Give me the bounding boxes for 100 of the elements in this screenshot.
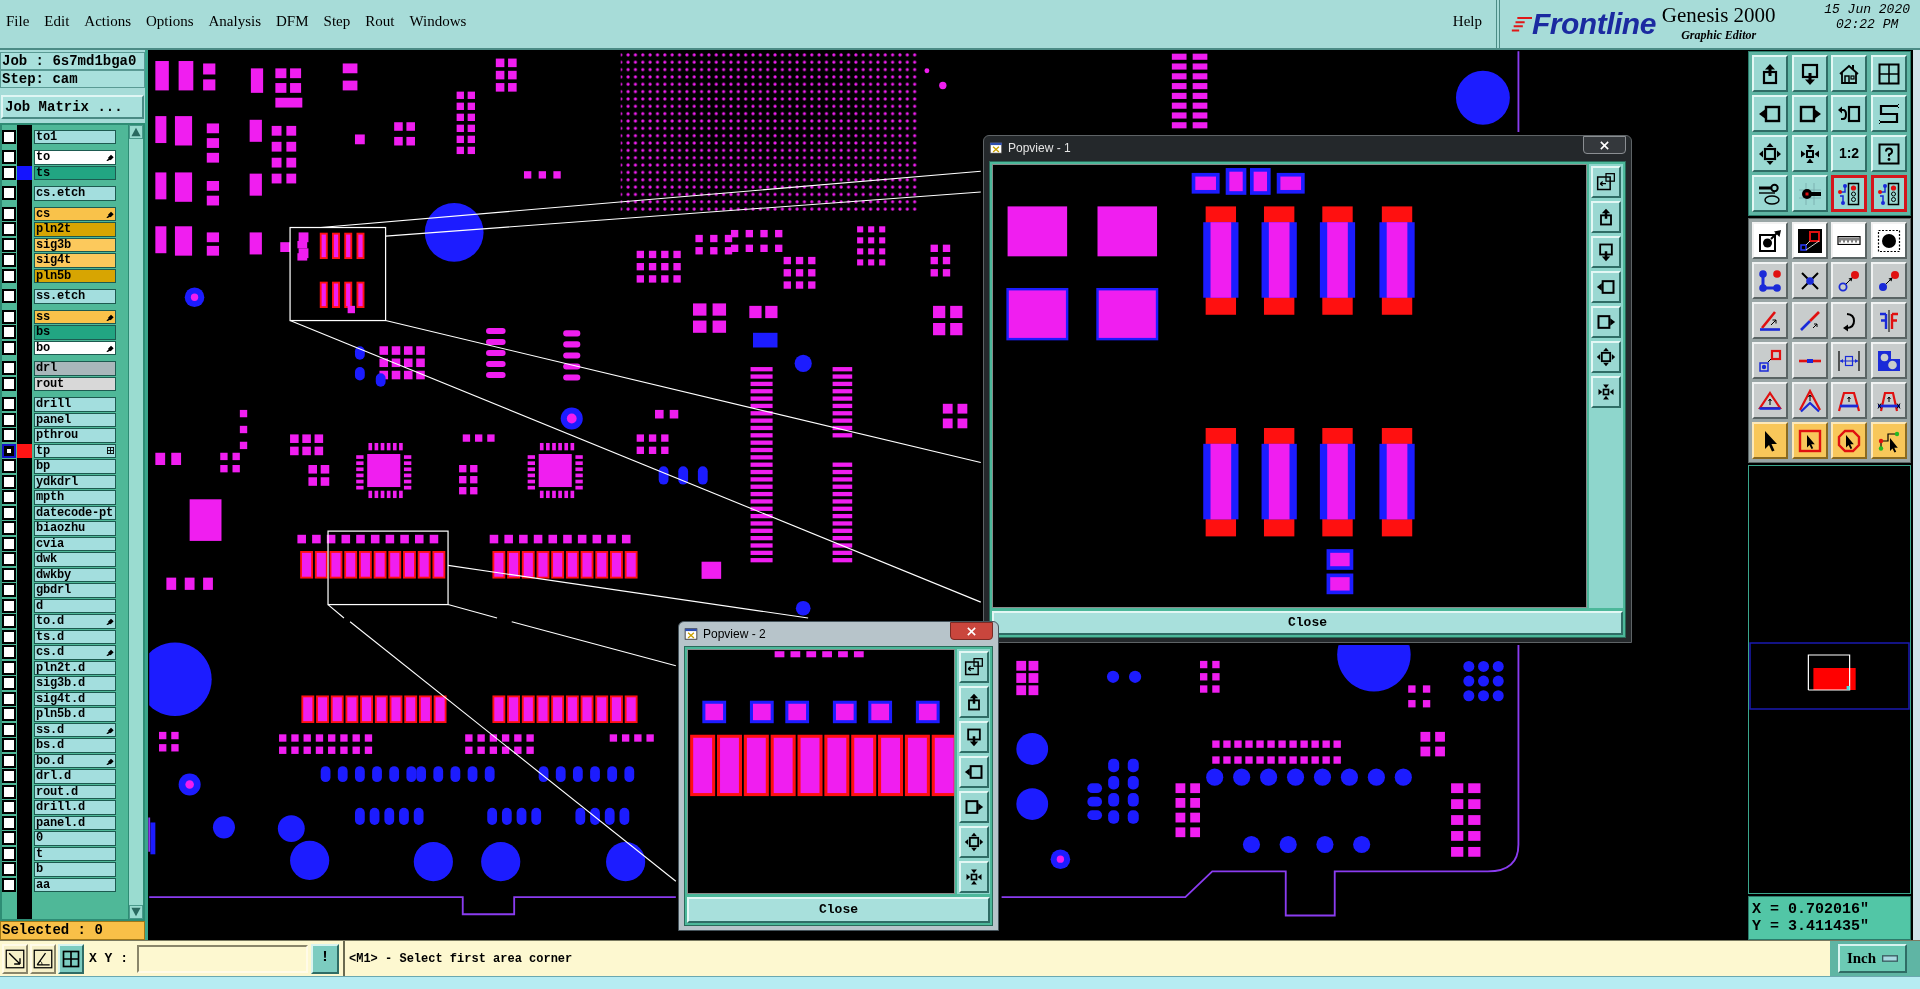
layer-item[interactable]: t [34,846,116,861]
layer-item[interactable]: dwkby [34,567,116,582]
layer-checkbox[interactable] [2,474,16,489]
view-tool-button[interactable] [1591,166,1621,198]
layer-item[interactable]: drill [34,397,116,412]
coordinate-input[interactable] [137,944,308,973]
layer-item[interactable]: sig4t [34,253,116,268]
tool-button[interactable] [58,943,84,974]
layer-checkbox[interactable] [2,150,16,165]
layer-checkbox[interactable] [2,784,16,799]
layer-checkbox[interactable] [2,598,16,613]
layer-item[interactable]: pln5b.d [34,707,116,722]
menu-item[interactable]: DFM [276,12,309,30]
close-button[interactable]: Close [687,897,990,923]
layer-item[interactable]: sig4t.d [34,691,116,706]
execute-button[interactable]: ! [311,943,339,974]
layer-item[interactable]: pthrou [34,428,116,443]
menu-item[interactable]: File [6,12,30,30]
layer-checkbox[interactable] [2,165,16,180]
layer-checkbox[interactable] [2,691,16,706]
layer-checkbox[interactable] [2,815,16,830]
layer-checkbox[interactable] [2,707,16,722]
layer-item[interactable]: tp [34,443,116,458]
layer-item[interactable]: cs.etch [34,186,116,201]
layer-item[interactable]: drill.d [34,800,116,815]
help-menu[interactable]: Help [1452,12,1482,30]
menu-item[interactable]: Step [323,12,351,30]
layer-item[interactable]: pln2t.d [34,660,116,675]
layer-item[interactable]: bo [34,340,116,355]
view-tool-button[interactable] [1591,376,1621,408]
zoom-view[interactable] [687,649,955,894]
layer-item[interactable]: cs [34,206,116,221]
layer-item[interactable]: d [34,598,116,613]
units-dropdown[interactable]: Inch [1838,944,1907,973]
view-tool-button[interactable] [958,861,989,893]
layer-checkbox[interactable] [2,309,16,324]
layer-checkbox[interactable] [2,505,16,520]
scroll-down-button[interactable] [129,905,143,919]
layer-item[interactable]: ts [34,165,116,180]
layer-checkbox[interactable] [2,490,16,505]
view-tool-button[interactable] [958,721,989,753]
layer-checkbox[interactable] [2,831,16,846]
view-tool-button[interactable] [1591,306,1621,338]
menu-item[interactable]: Options [146,12,194,30]
layer-checkbox[interactable] [2,800,16,815]
layer-item[interactable]: mpth [34,490,116,505]
layer-item[interactable]: panel [34,412,116,427]
toolbar-button[interactable] [1870,175,1907,212]
layer-item[interactable]: pln2t [34,222,116,237]
layer-item[interactable]: ydkdrl [34,474,116,489]
scrollbar-track[interactable] [128,125,143,919]
layer-item[interactable]: to [34,150,116,165]
layer-item[interactable]: to.d [34,614,116,629]
view-tool-button[interactable] [958,651,989,683]
layer-checkbox[interactable] [2,268,16,283]
view-tool-button[interactable] [958,791,989,823]
layer-checkbox[interactable] [2,186,16,201]
layer-checkbox[interactable] [2,237,16,252]
layer-item[interactable]: 0 [34,831,116,846]
layer-checkbox[interactable] [2,459,16,474]
layer-item[interactable]: biaozhu [34,521,116,536]
layer-item[interactable]: sig3b.d [34,676,116,691]
view-tool-button[interactable] [1591,341,1621,373]
layer-item[interactable]: dwk [34,552,116,567]
layer-item[interactable]: ts.d [34,629,116,644]
layer-checkbox[interactable] [2,412,16,427]
layer-checkbox[interactable] [2,397,16,412]
layer-checkbox[interactable] [2,629,16,644]
layer-checkbox[interactable] [2,552,16,567]
layer-checkbox[interactable] [2,428,16,443]
window-close-button[interactable] [1583,136,1626,154]
scroll-up-button[interactable] [129,125,143,139]
layer-item[interactable]: bo.d [34,753,116,768]
layer-checkbox[interactable] [2,583,16,598]
layer-checkbox[interactable] [2,289,16,304]
layer-checkbox[interactable] [2,660,16,675]
layer-checkbox[interactable] [2,722,16,737]
layer-item[interactable]: datecode-pt [34,505,116,520]
layer-checkbox[interactable] [2,340,16,355]
layer-item[interactable]: rout.d [34,784,116,799]
layer-checkbox[interactable] [2,862,16,877]
window-close-button[interactable] [950,622,993,640]
layer-item[interactable]: ss.etch [34,289,116,304]
toolbar-button[interactable] [1831,175,1867,212]
close-button[interactable]: Close [992,611,1623,635]
view-tool-button[interactable] [958,686,989,718]
layer-checkbox[interactable] [2,645,16,660]
layer-checkbox[interactable] [2,129,16,144]
layer-checkbox[interactable] [2,877,16,892]
color-swatch[interactable] [17,165,32,180]
layer-checkbox[interactable] [2,222,16,237]
layer-item[interactable]: bs.d [34,738,116,753]
layer-item[interactable]: pln5b [34,268,116,283]
layer-item[interactable]: cs.d [34,645,116,660]
layer-checkbox[interactable] [2,206,16,221]
job-matrix-button[interactable]: Job Matrix ... [1,95,144,119]
layer-item[interactable]: drl [34,361,116,376]
layer-checkbox[interactable] [2,846,16,861]
overview-panel[interactable] [1748,465,1911,894]
layer-item[interactable]: ss [34,309,116,324]
